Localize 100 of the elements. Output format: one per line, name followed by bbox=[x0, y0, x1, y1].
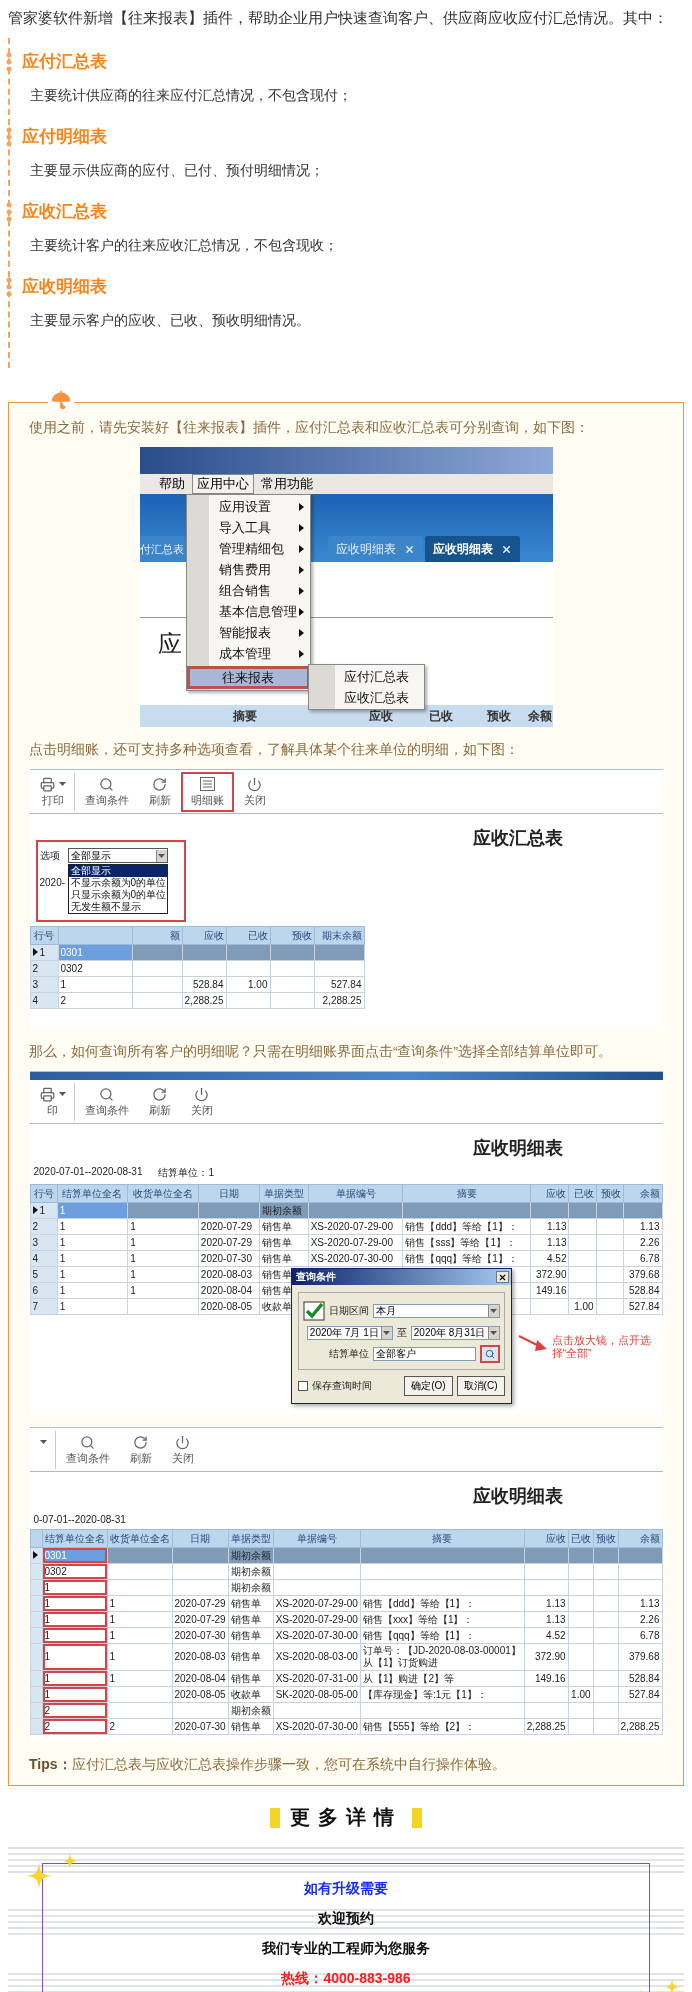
menu-item[interactable]: 基本信息管理 bbox=[186, 601, 310, 622]
table-cell: 销售【qqq】等给【1】： bbox=[360, 1627, 525, 1644]
toolbar-button[interactable]: 查询条件 bbox=[55, 1430, 120, 1470]
toolbar-button[interactable]: 刷新 bbox=[138, 1082, 181, 1122]
ledger-icon bbox=[199, 777, 215, 791]
table-cell: 1.00 bbox=[568, 1686, 594, 1703]
table-cell: 379.68 bbox=[623, 1266, 662, 1283]
table-cell: 1.13 bbox=[530, 1218, 569, 1235]
contact-text: 如有升级需要 bbox=[304, 1880, 388, 1898]
section-text: 主要统计客户的往来应收汇总情况，不包含现收； bbox=[30, 237, 339, 255]
table-cell: 期初余额 bbox=[228, 1547, 274, 1564]
toolbar-button[interactable]: 刷新 bbox=[138, 772, 181, 812]
column-header: 应收 bbox=[530, 1184, 569, 1203]
table-cell: 销售单 bbox=[228, 1718, 274, 1735]
table-cell: 销售单 bbox=[228, 1611, 274, 1628]
column-header: 已收 bbox=[568, 1529, 594, 1548]
column-header: 日期 bbox=[172, 1529, 229, 1548]
table-cell: XS-2020-07-29-00 bbox=[273, 1611, 361, 1628]
toolbar-button[interactable]: 关闭 bbox=[233, 772, 276, 812]
table-cell: XS-2020-07-30-00 bbox=[273, 1718, 361, 1735]
table-cell: 2020-07-30 bbox=[198, 1250, 260, 1267]
menu-bar-item[interactable]: 帮助 bbox=[153, 474, 190, 494]
toolbar-button[interactable]: 关闭 bbox=[180, 1082, 223, 1122]
caret-icon bbox=[490, 1309, 497, 1313]
toolbar-button[interactable]: 明细账 bbox=[180, 772, 234, 812]
column-header: 结算单位全名 bbox=[57, 1184, 128, 1203]
table-cell: 1.00 bbox=[226, 976, 270, 993]
table-cell: 2,288.25 bbox=[314, 992, 364, 1009]
tips-text: Tips：应付汇总表与应收汇总表操作步骤一致，您可在系统中自行操作体验。 bbox=[29, 1755, 507, 1774]
table-cell: 1.13 bbox=[524, 1611, 569, 1628]
menu-bar-item[interactable]: 应用中心 bbox=[191, 474, 254, 494]
table-cell: 销售单 bbox=[228, 1627, 274, 1644]
table-cell: 销售【xxx】等给【1】： bbox=[360, 1611, 525, 1628]
table-cell: 1 bbox=[107, 1670, 172, 1687]
table-cell: 期初余额 bbox=[228, 1563, 274, 1580]
submenu-arrow-icon bbox=[298, 649, 304, 658]
table-cell: 销售单 bbox=[228, 1670, 274, 1687]
menu-item[interactable]: 成本管理 bbox=[186, 643, 310, 664]
power-icon bbox=[175, 1434, 190, 1450]
table-cell: 销售单 bbox=[228, 1595, 274, 1612]
table-cell: 6.78 bbox=[618, 1627, 662, 1644]
table-cell: 期初余额 bbox=[259, 1202, 309, 1219]
period-select[interactable]: 本月 bbox=[372, 1304, 500, 1318]
menu-item[interactable]: 智能报表 bbox=[186, 622, 310, 643]
toolbar-button[interactable]: 查询条件 bbox=[74, 1082, 139, 1122]
search-icon bbox=[484, 1349, 495, 1359]
table-cell: 1.13 bbox=[618, 1595, 662, 1612]
contact-text: 欢迎预约 bbox=[318, 1910, 374, 1928]
unit-field[interactable]: 全部客户 bbox=[372, 1347, 476, 1361]
dropdown-option[interactable]: 只显示余额为0的单位 bbox=[68, 889, 167, 901]
caret-icon bbox=[490, 1331, 497, 1335]
table-header: 摘要 应收 已收 预收 余额 bbox=[139, 705, 553, 727]
toolbar-button[interactable]: 打印 bbox=[29, 772, 75, 812]
refresh-icon bbox=[152, 776, 167, 792]
table-cell: XS-2020-07-30-00 bbox=[273, 1627, 361, 1644]
toolbar-button[interactable]: 印 bbox=[29, 1082, 75, 1122]
table-cell: 2.26 bbox=[623, 1234, 662, 1251]
menu-item[interactable]: 管理精细包 bbox=[186, 538, 310, 559]
document-tab[interactable]: 应收明细表 bbox=[424, 536, 520, 562]
table-cell: 1 bbox=[107, 1595, 172, 1612]
date-select[interactable]: 2020年 8月31日 bbox=[410, 1326, 500, 1340]
lookup-button[interactable] bbox=[479, 1345, 500, 1363]
date-select[interactable]: 2020年 7月 1日 bbox=[306, 1326, 393, 1340]
menu-item[interactable]: 销售费用 bbox=[186, 559, 310, 580]
dialog-button[interactable]: 确定(O) bbox=[404, 1376, 453, 1396]
contact-text: 热线：4000-883-986 bbox=[281, 1970, 411, 1988]
table-cell: 2,288.25 bbox=[618, 1718, 662, 1735]
table-cell: XS-2020-07-30-00 bbox=[308, 1250, 403, 1267]
column-header: 摘要 bbox=[403, 1184, 531, 1203]
option-select[interactable]: 全部显示 bbox=[67, 848, 168, 863]
table-cell: 2 bbox=[42, 1702, 107, 1719]
close-button[interactable] bbox=[495, 1271, 509, 1283]
table-cell: 1 bbox=[42, 1627, 107, 1644]
option-label: 选项 bbox=[39, 848, 60, 863]
menu-item[interactable]: 组合销售 bbox=[186, 580, 310, 601]
toolbar-button[interactable]: 刷新 bbox=[119, 1430, 162, 1470]
column-header: 收货单位全名 bbox=[107, 1529, 172, 1548]
table-cell: 2020-07-30 bbox=[172, 1718, 229, 1735]
checkbox[interactable] bbox=[297, 1381, 308, 1391]
menu-item[interactable]: 往来报表 bbox=[186, 666, 310, 689]
submenu-arrow-icon bbox=[298, 628, 304, 637]
table-cell: 1 bbox=[42, 1579, 107, 1596]
table-row[interactable]: 1 1 2020-08-03 销售单 XS-2020-08-03-00 订单号：【JD-2020-08-03-00001】从【1】订货购进 372.90 379.68 bbox=[30, 1643, 662, 1671]
table-cell: 6.78 bbox=[623, 1250, 662, 1267]
report-title: 应 bbox=[157, 629, 182, 660]
menu-item[interactable]: 应付汇总表 bbox=[308, 666, 424, 687]
menu-item[interactable]: 导入工具 bbox=[186, 517, 310, 538]
toolbar-button[interactable]: 关闭 bbox=[161, 1430, 204, 1470]
menu-bar-item[interactable]: 常用功能 bbox=[255, 474, 318, 494]
toolbar-button[interactable]: 查询条件 bbox=[74, 772, 139, 812]
dropdown-option[interactable]: 不显示余额为0的单位 bbox=[68, 877, 167, 889]
table-cell: 2020-07-29 bbox=[172, 1595, 229, 1612]
close-icon[interactable] bbox=[403, 543, 415, 555]
table-cell: 1 bbox=[57, 1234, 128, 1251]
menu-item[interactable]: 应收汇总表 bbox=[308, 687, 424, 708]
dialog-button[interactable]: 取消(C) bbox=[456, 1376, 505, 1396]
table-cell: 从【1】购进【2】等 bbox=[360, 1670, 525, 1687]
menu-item[interactable]: 应用设置 bbox=[186, 496, 310, 517]
close-icon[interactable] bbox=[500, 543, 512, 555]
dropdown-option[interactable]: 全部显示 bbox=[68, 865, 167, 877]
